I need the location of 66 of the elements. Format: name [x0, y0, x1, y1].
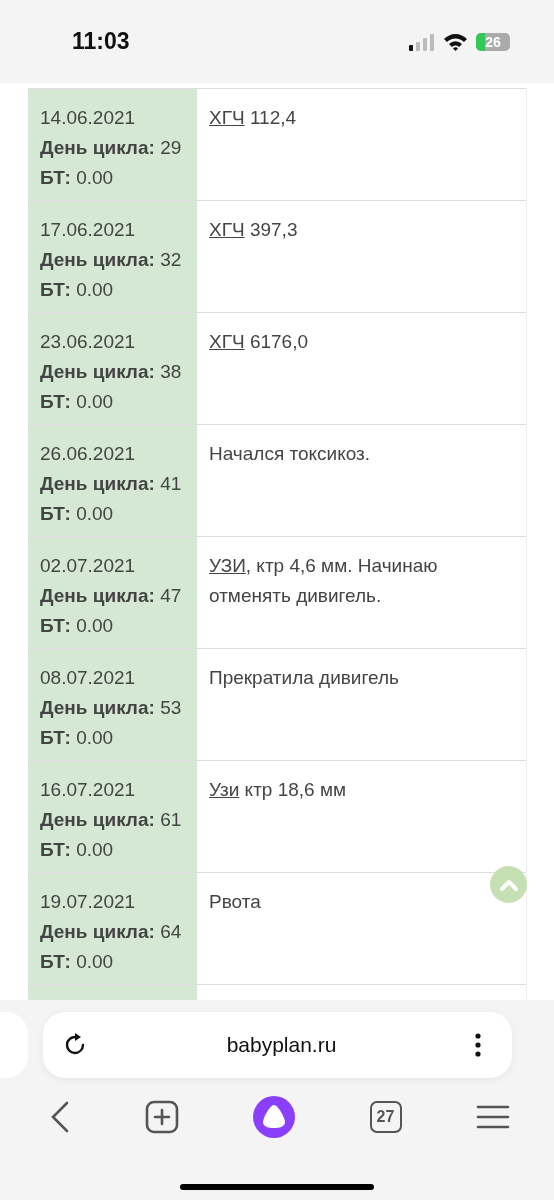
- temperature-label: БТ:: [40, 951, 71, 972]
- back-icon[interactable]: [50, 1101, 70, 1133]
- temperature-label: БТ:: [40, 503, 71, 524]
- temperature-value: 0.00: [76, 951, 114, 972]
- cycle-day-value: 47: [160, 585, 182, 606]
- entry-note: УЗИ, ктр 4,6 мм. Начинаю отменять дивигель.: [209, 554, 439, 608]
- clock: 11:03: [72, 28, 130, 55]
- entry-note: Рвота: [209, 890, 262, 914]
- battery-icon: 26: [476, 32, 510, 51]
- cycle-day-label: День цикла:: [40, 585, 155, 606]
- cycle-day-value: 64: [160, 921, 182, 942]
- cycle-day-value: 38: [160, 361, 182, 382]
- assistant-icon[interactable]: [253, 1096, 295, 1138]
- temperature-label: БТ:: [40, 391, 71, 412]
- cycle-day-label: День цикла:: [40, 473, 155, 494]
- temperature-label: БТ:: [40, 615, 71, 636]
- cycle-day-value: 29: [160, 137, 182, 158]
- entry-note: ХГЧ 112,4: [209, 106, 298, 130]
- cycle-day-label: День цикла:: [40, 137, 155, 158]
- note-link[interactable]: ХГЧ: [209, 331, 245, 352]
- entry-date: 17.06.2021: [40, 218, 137, 242]
- entry-note: Узи ктр 18,6 мм: [209, 778, 348, 802]
- temperature-value: 0.00: [76, 839, 114, 860]
- note-link[interactable]: ХГЧ: [209, 107, 245, 128]
- entry-date: 08.07.2021: [40, 666, 137, 690]
- cycle-day-label: День цикла:: [40, 249, 155, 270]
- temperature-label: БТ:: [40, 839, 71, 860]
- more-icon[interactable]: [474, 1032, 482, 1058]
- entry-date: 02.07.2021: [40, 554, 137, 578]
- cycle-day-label: День цикла:: [40, 809, 155, 830]
- tabs-counter-button[interactable]: 27: [369, 1101, 402, 1133]
- entry-date: 26.06.2021: [40, 442, 137, 466]
- url-text: babyplan.ru: [226, 1033, 337, 1057]
- entry-note: ХГЧ 397,3: [209, 218, 299, 242]
- entry-date: 14.06.2021: [40, 106, 137, 130]
- entry-date: 16.07.2021: [40, 778, 137, 802]
- address-bar[interactable]: babyplan.ru: [43, 1012, 512, 1078]
- note-link[interactable]: Узи: [209, 779, 240, 800]
- entry-note: Начался токсикоз.: [209, 442, 372, 466]
- cycle-day-value: 61: [160, 809, 182, 830]
- chevron-up-icon: [498, 877, 519, 892]
- temperature-value: 0.00: [76, 391, 114, 412]
- temperature-label: БТ:: [40, 727, 71, 748]
- entry-note: ХГЧ 6176,0: [209, 330, 310, 354]
- entry-date: 23.06.2021: [40, 330, 137, 354]
- temperature-value: 0.00: [76, 615, 114, 636]
- entry-date: 19.07.2021: [40, 890, 137, 914]
- cycle-day-label: День цикла:: [40, 697, 155, 718]
- new-tab-icon[interactable]: [144, 1100, 179, 1134]
- cycle-day-label: День цикла:: [40, 921, 155, 942]
- temperature-value: 0.00: [76, 167, 114, 188]
- temperature-label: БТ:: [40, 279, 71, 300]
- signal-icon: [409, 32, 435, 51]
- temperature-value: 0.00: [76, 279, 114, 300]
- menu-icon[interactable]: [476, 1104, 510, 1130]
- entry-note: Прекратила дивигель: [209, 666, 400, 690]
- note-link[interactable]: ХГЧ: [209, 219, 245, 240]
- note-link[interactable]: УЗИ: [209, 555, 246, 576]
- cycle-day-value: 53: [160, 697, 182, 718]
- temperature-value: 0.00: [76, 727, 114, 748]
- wifi-icon: [443, 32, 468, 51]
- cycle-day-label: День цикла:: [40, 361, 155, 382]
- cycle-day-value: 32: [160, 249, 182, 270]
- temperature-label: БТ:: [40, 167, 71, 188]
- cycle-day-value: 41: [160, 473, 182, 494]
- temperature-value: 0.00: [76, 503, 114, 524]
